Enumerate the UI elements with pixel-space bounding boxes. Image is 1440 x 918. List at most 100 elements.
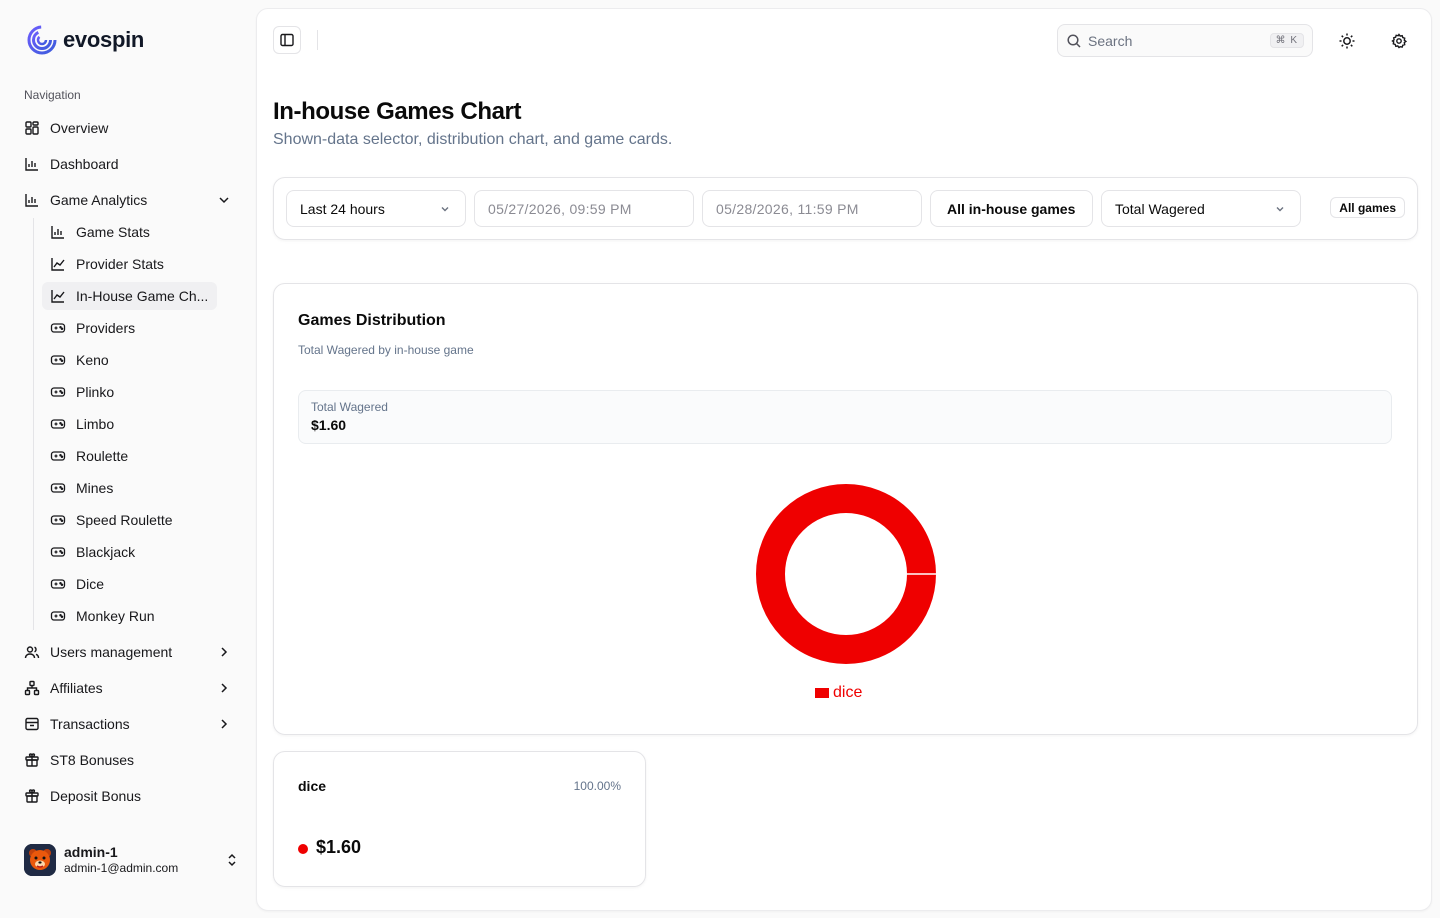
- chevron-down-icon: [219, 197, 229, 204]
- legend-swatch: [815, 688, 829, 698]
- sidebar-item-mines[interactable]: Mines: [42, 474, 232, 502]
- archive-icon: [24, 716, 40, 732]
- search-placeholder: Search: [1088, 32, 1133, 49]
- sidebar-item-limbo[interactable]: Limbo: [42, 410, 232, 438]
- total-value: $1.60: [311, 417, 347, 433]
- sidebar-item-label: Affiliates: [50, 680, 103, 696]
- scroll-fade: [0, 818, 256, 840]
- gamepad-icon: [50, 512, 66, 528]
- sidebar-item-label: Game Stats: [76, 224, 150, 240]
- sidebar-item-label: Dice: [76, 576, 105, 592]
- sidebar-item-users-management[interactable]: Users management: [16, 634, 240, 670]
- bear-avatar-icon: [24, 844, 56, 876]
- spiral-logo-icon: [27, 25, 57, 55]
- gamepad-icon: [50, 320, 66, 336]
- sidebar-item-game-stats[interactable]: Game Stats: [42, 218, 232, 246]
- network-icon: [24, 680, 40, 696]
- end-date-value: 05/28/2026, 11:59 PM: [716, 200, 859, 217]
- metric-value: Total Wagered: [1115, 200, 1205, 217]
- gift-icon: [24, 752, 40, 768]
- card-title: Games Distribution: [298, 312, 446, 329]
- sidebar-item-game-analytics[interactable]: Game Analytics: [16, 182, 240, 218]
- start-date-value: 05/27/2026, 09:59 PM: [488, 200, 632, 217]
- gamepad-icon: [50, 576, 66, 592]
- sidebar-item-roulette[interactable]: Roulette: [42, 442, 232, 470]
- games-filter-label: All in-house games: [947, 200, 1076, 217]
- user-email: admin-1@admin.com: [64, 861, 179, 875]
- sidebar-item-label: Dashboard: [50, 156, 119, 172]
- chevron-right-icon: [221, 683, 228, 693]
- game-card-percent: 100.00%: [573, 779, 621, 793]
- sidebar-item-label: Overview: [50, 120, 109, 136]
- grid-icon: [24, 120, 40, 136]
- bar-chart-icon: [24, 192, 40, 208]
- chart-legend[interactable]: dice: [815, 684, 862, 702]
- header-divider: [317, 30, 318, 50]
- donut-chart: [756, 484, 936, 664]
- chevron-right-icon: [221, 647, 228, 657]
- search-input[interactable]: Search ⌘ K: [1057, 24, 1313, 57]
- chevron-down-icon: [441, 207, 449, 212]
- sidebar-item-in-house-game-chart[interactable]: In-House Game Ch...: [42, 282, 217, 310]
- chevron-right-icon: [221, 719, 228, 729]
- sidebar-item-plinko[interactable]: Plinko: [42, 378, 232, 406]
- end-date-input[interactable]: 05/28/2026, 11:59 PM: [702, 190, 922, 227]
- game-card[interactable]: dice 100.00% $1.60: [273, 751, 646, 887]
- sidebar-item-st8-bonuses[interactable]: ST8 Bonuses: [16, 742, 240, 778]
- sidebar-item-affiliates[interactable]: Affiliates: [16, 670, 240, 706]
- sidebar-item-speed-roulette[interactable]: Speed Roulette: [42, 506, 232, 534]
- sidebar-toggle-button[interactable]: [273, 26, 301, 54]
- sidebar: evospin Navigation Overview Dashboard Ga…: [0, 0, 256, 918]
- brand-logo[interactable]: evospin: [27, 25, 144, 55]
- sidebar-item-dashboard[interactable]: Dashboard: [16, 146, 240, 182]
- bar-chart-icon: [24, 156, 40, 172]
- sidebar-item-label: Limbo: [76, 416, 115, 432]
- sidebar-item-providers[interactable]: Providers: [42, 314, 232, 342]
- games-filter-button[interactable]: All in-house games: [930, 190, 1093, 227]
- panel-left-icon: [280, 33, 294, 47]
- sidebar-item-dice[interactable]: Dice: [42, 570, 232, 598]
- brand-name: evospin: [63, 27, 145, 52]
- gamepad-icon: [50, 448, 66, 464]
- theme-toggle-button[interactable]: [1333, 27, 1361, 55]
- avatar: [24, 844, 56, 876]
- sun-icon: [1339, 33, 1355, 49]
- sidebar-item-overview[interactable]: Overview: [16, 110, 240, 146]
- game-card-name: dice: [298, 778, 327, 794]
- line-chart-icon: [50, 288, 66, 304]
- nav-heading: Navigation: [24, 88, 81, 102]
- sidebar-item-label: Deposit Bonus: [50, 788, 142, 804]
- sidebar-item-blackjack[interactable]: Blackjack: [42, 538, 232, 566]
- sidebar-item-transactions[interactable]: Transactions: [16, 706, 240, 742]
- sidebar-item-deposit-bonus[interactable]: Deposit Bonus: [16, 778, 240, 814]
- settings-button[interactable]: [1385, 27, 1413, 55]
- start-date-input[interactable]: 05/27/2026, 09:59 PM: [474, 190, 694, 227]
- sidebar-item-label: Providers: [76, 320, 136, 336]
- metric-select[interactable]: Total Wagered: [1101, 190, 1301, 227]
- user-menu[interactable]: admin-1 admin-1@admin.com: [24, 842, 240, 878]
- page-subtitle: Shown-data selector, distribution chart,…: [273, 131, 673, 148]
- time-range-select[interactable]: Last 24 hours: [286, 190, 466, 227]
- gamepad-icon: [50, 416, 66, 432]
- total-summary: Total Wagered $1.60: [298, 390, 1392, 444]
- sidebar-item-label: Plinko: [76, 384, 115, 400]
- pie-slice-dice[interactable]: [756, 484, 936, 664]
- time-range-value: Last 24 hours: [300, 200, 385, 217]
- filter-bar: Last 24 hours 05/27/2026, 09:59 PM 05/28…: [273, 177, 1418, 240]
- bar-chart-icon: [50, 224, 66, 240]
- gift-icon: [24, 788, 40, 804]
- sidebar-item-label: Monkey Run: [76, 608, 155, 624]
- sidebar-item-label: Keno: [76, 352, 109, 368]
- gamepad-icon: [50, 544, 66, 560]
- gamepad-icon: [50, 608, 66, 624]
- sidebar-item-label: Mines: [76, 480, 114, 496]
- sidebar-item-label: Roulette: [76, 448, 129, 464]
- sidebar-item-provider-stats[interactable]: Provider Stats: [42, 250, 232, 278]
- sidebar-item-label: Speed Roulette: [76, 512, 173, 528]
- chevron-down-icon: [1276, 207, 1284, 212]
- sidebar-item-keno[interactable]: Keno: [42, 346, 232, 374]
- gamepad-icon: [50, 384, 66, 400]
- users-icon: [24, 644, 40, 660]
- total-label: Total Wagered: [311, 400, 388, 414]
- sidebar-item-monkey-run[interactable]: Monkey Run: [42, 602, 232, 630]
